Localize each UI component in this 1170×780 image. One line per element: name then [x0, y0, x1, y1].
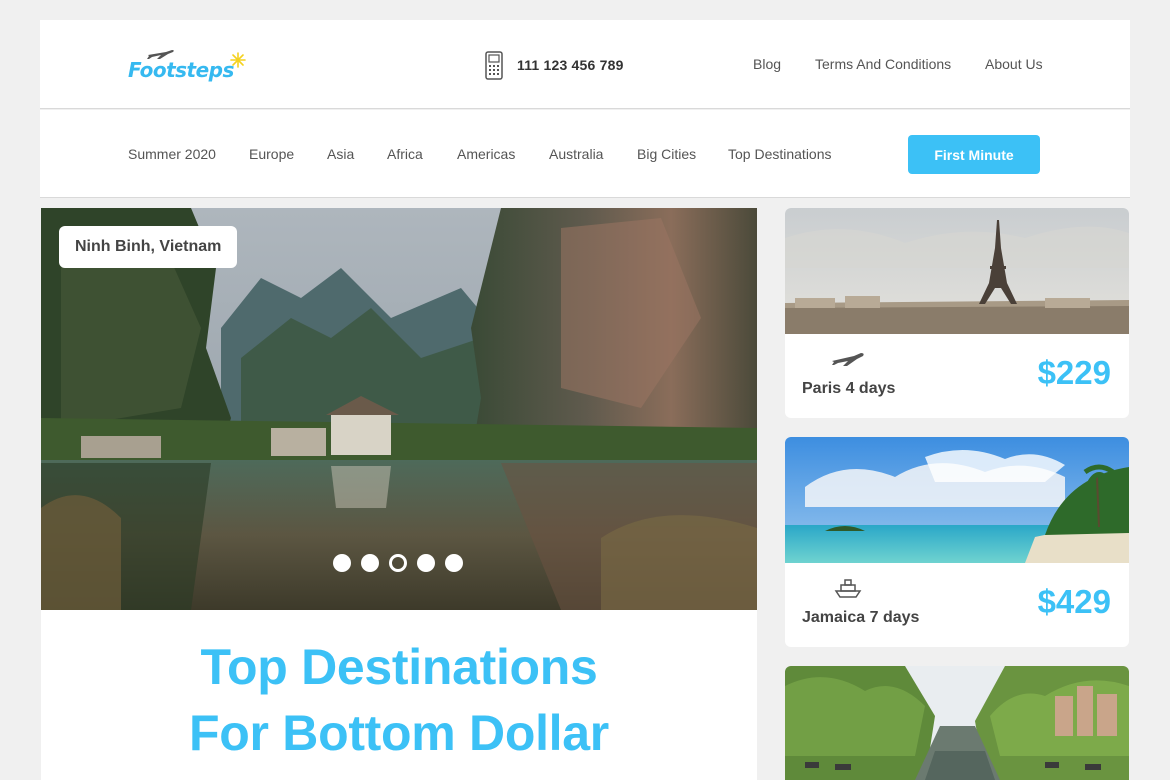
nav-item-africa[interactable]: Africa	[387, 146, 423, 162]
deal-card-paris[interactable]: Paris 4 days $229	[785, 208, 1129, 418]
link-blog[interactable]: Blog	[753, 56, 781, 72]
paris-image	[785, 208, 1129, 334]
nav-item-summer-2020[interactable]: Summer 2020	[128, 146, 216, 162]
deal-price: $229	[1037, 354, 1111, 391]
hero-image	[41, 208, 757, 610]
nav-item-americas[interactable]: Americas	[457, 146, 515, 162]
slider-dot-1[interactable]	[333, 554, 351, 572]
deal-card-jamaica[interactable]: Jamaica 7 days $429	[785, 437, 1129, 647]
nav-item-australia[interactable]: Australia	[549, 146, 603, 162]
brand-logo[interactable]: Footsteps	[128, 46, 258, 86]
jamaica-image	[785, 437, 1129, 563]
deal-card-amsterdam[interactable]	[785, 666, 1129, 780]
deal-title: Jamaica 7 days	[802, 609, 920, 626]
slider-dot-3-active[interactable]	[389, 554, 407, 572]
phone-icon	[485, 51, 503, 80]
nav-item-top-destinations[interactable]: Top Destinations	[728, 146, 832, 162]
first-minute-button[interactable]: First Minute	[908, 135, 1040, 174]
nav-item-europe[interactable]: Europe	[249, 146, 294, 162]
sun-logo-icon	[230, 52, 246, 68]
link-about[interactable]: About Us	[985, 56, 1043, 72]
brand-name: Footsteps	[128, 58, 234, 82]
nav-item-asia[interactable]: Asia	[327, 146, 354, 162]
hero-slider[interactable]: Ninh Binh, Vietnam	[41, 208, 757, 610]
headline-section: Top Destinations For Bottom Dollar	[41, 610, 757, 780]
ship-icon	[834, 579, 862, 598]
deal-title: Paris 4 days	[802, 380, 896, 397]
deal-price: $429	[1037, 583, 1111, 620]
nav-item-big-cities[interactable]: Big Cities	[637, 146, 696, 162]
main-nav: Summer 2020 Europe Asia Africa Americas …	[40, 110, 1130, 198]
link-terms[interactable]: Terms And Conditions	[815, 56, 951, 72]
amsterdam-image	[785, 666, 1129, 780]
slider-dots	[333, 554, 473, 574]
headline-line-1: Top Destinations	[200, 639, 598, 695]
plane-icon	[832, 353, 864, 366]
top-header: Footsteps 111 123 456 789 Blog Terms And…	[40, 20, 1130, 109]
headline-line-2: For Bottom Dollar	[189, 705, 609, 761]
phone-number: 111 123 456 789	[517, 57, 624, 73]
slider-dot-4[interactable]	[417, 554, 435, 572]
slider-dot-5[interactable]	[445, 554, 463, 572]
location-badge: Ninh Binh, Vietnam	[59, 226, 238, 268]
slider-dot-2[interactable]	[361, 554, 379, 572]
